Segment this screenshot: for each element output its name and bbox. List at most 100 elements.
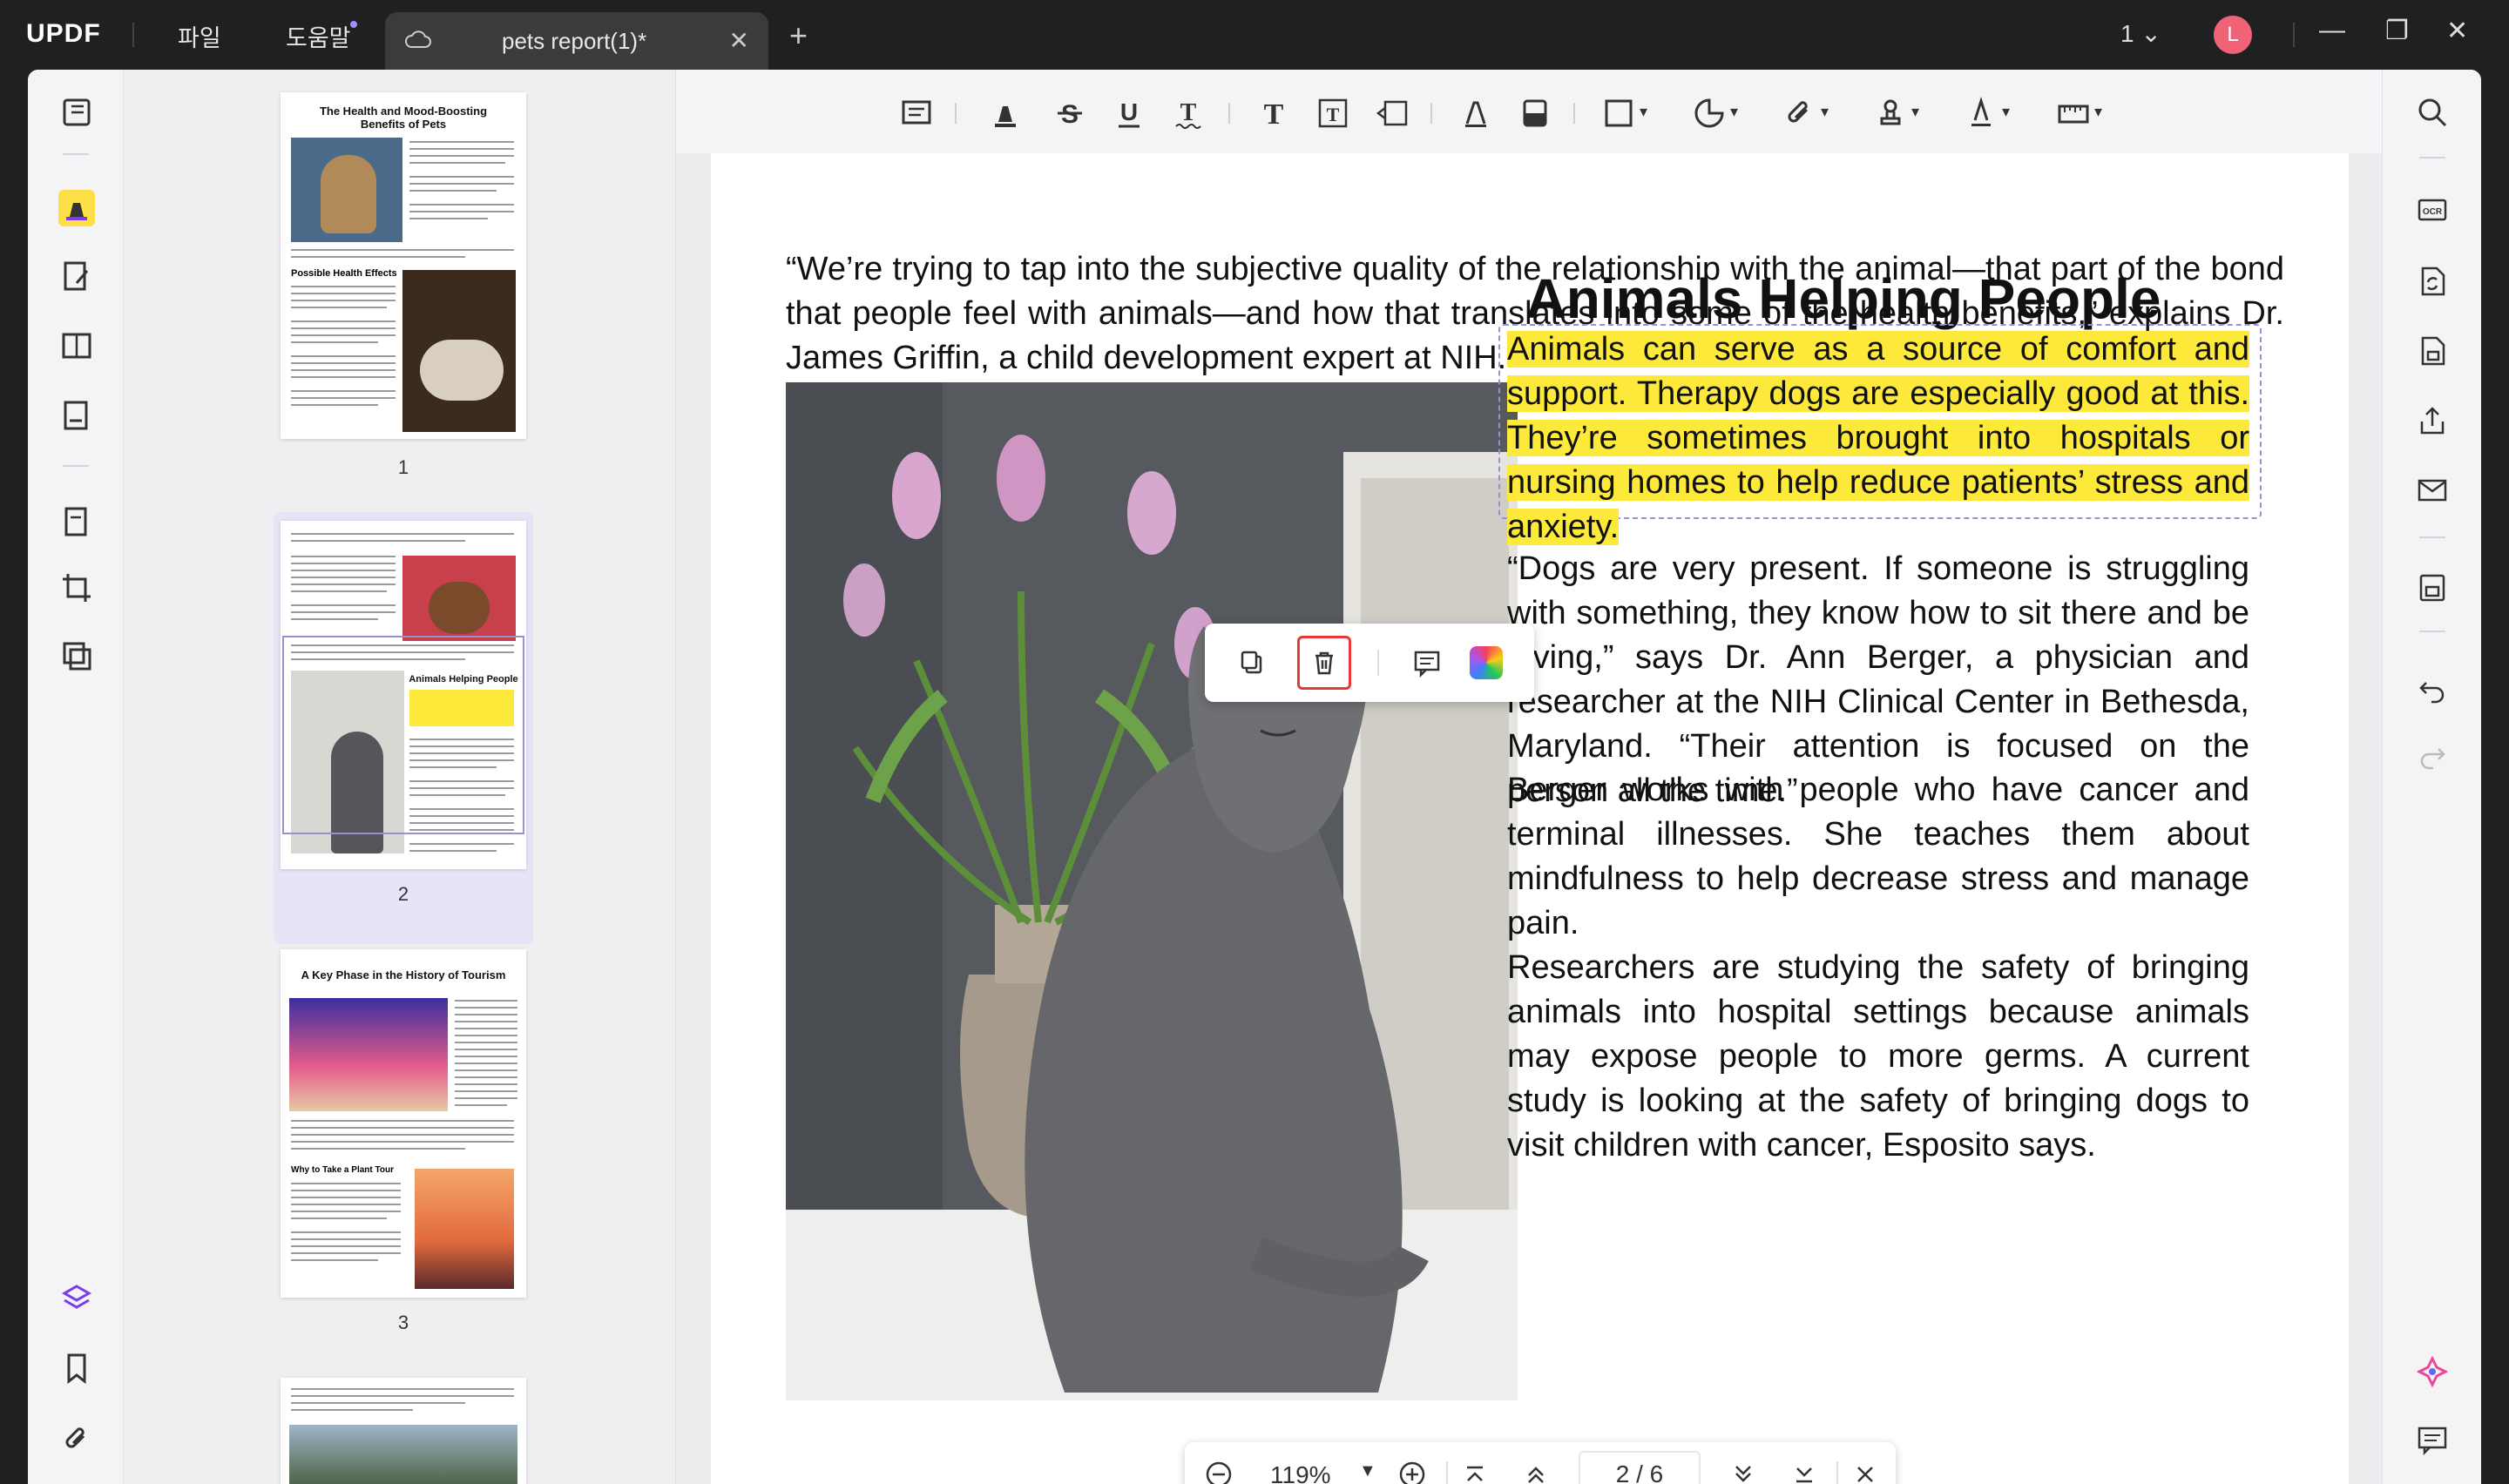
thumbnail-page-4[interactable] xyxy=(281,1378,526,1484)
copy-icon[interactable] xyxy=(1233,643,1273,683)
close-navigation-icon[interactable] xyxy=(1847,1456,1883,1484)
textbox-icon[interactable]: T xyxy=(1314,94,1352,132)
paragraph-berger: Berger works with people who have cancer… xyxy=(1507,772,2249,941)
attach-dropdown-icon[interactable]: ▾ xyxy=(1821,103,1829,121)
stamp-icon[interactable] xyxy=(1871,94,1910,132)
measure-icon[interactable] xyxy=(2054,94,2093,132)
sticky-note-icon[interactable] xyxy=(897,94,936,132)
reader-icon[interactable] xyxy=(58,94,95,131)
protect-icon[interactable] xyxy=(58,637,95,674)
highlighted-paragraph[interactable]: Animals can serve as a source of comfort… xyxy=(1507,327,2249,550)
signature-dropdown-icon[interactable]: ▾ xyxy=(2002,103,2010,121)
thumb-cat-image xyxy=(291,138,402,242)
thumbnail-page-1[interactable]: The Health and Mood-Boosting Benefits of… xyxy=(281,92,526,439)
page-number-field[interactable]: 2 / 6 xyxy=(1579,1451,1701,1484)
delete-annotation-button[interactable] xyxy=(1297,636,1351,690)
stamp-dropdown-icon[interactable]: ▾ xyxy=(1911,103,1919,121)
zoom-out-icon[interactable] xyxy=(1200,1456,1237,1484)
shape-dropdown-icon[interactable]: ▾ xyxy=(1640,103,1647,121)
layers-icon[interactable] xyxy=(58,1280,95,1317)
thumb-title: The Health and Mood-Boosting Benefits of… xyxy=(319,105,488,131)
zoom-dropdown-icon[interactable]: ▼ xyxy=(1359,1461,1376,1481)
thumbnail-page-3[interactable]: A Key Phase in the History of Tourism Wh… xyxy=(281,949,526,1298)
color-picker-icon[interactable] xyxy=(1466,643,1506,683)
share-icon[interactable] xyxy=(2414,402,2451,439)
svg-text:U: U xyxy=(1120,98,1138,125)
zoom-navigation-bar: 119% ▼ 2 / 6 xyxy=(1185,1442,1896,1484)
trash-icon xyxy=(1315,651,1333,675)
close-window-icon[interactable]: ✕ xyxy=(2446,16,2468,46)
thumb-page-number: 3 xyxy=(397,1312,409,1333)
thumb-dogs-image xyxy=(402,556,516,641)
redo-icon[interactable] xyxy=(2414,737,2451,773)
signature-icon[interactable] xyxy=(1962,94,2000,132)
convert-pdf-icon[interactable] xyxy=(2414,263,2451,300)
zoom-in-icon[interactable] xyxy=(1394,1456,1430,1484)
thumbnail-page-2[interactable]: Animals Helping People xyxy=(281,521,526,869)
eraser-icon[interactable] xyxy=(1516,94,1554,132)
new-tab-button[interactable]: + xyxy=(789,17,808,54)
annotation-popup-menu xyxy=(1205,624,1534,702)
bookmark-icon[interactable] xyxy=(58,1350,95,1386)
document-tab[interactable]: pets report(1)* ✕ xyxy=(385,12,768,70)
add-comment-icon[interactable] xyxy=(1407,643,1447,683)
user-avatar[interactable]: L xyxy=(2214,16,2252,54)
thumb-page-number: 1 xyxy=(397,456,409,478)
menu-help[interactable]: 도움말 xyxy=(286,19,351,53)
thumb-city-image xyxy=(289,998,448,1111)
ocr-icon[interactable]: OCR xyxy=(2414,192,2451,228)
convert-icon[interactable] xyxy=(58,503,95,540)
svg-text:T: T xyxy=(1264,98,1284,131)
comments-panel-icon[interactable] xyxy=(2414,1421,2451,1458)
cloud-icon xyxy=(405,30,431,48)
title-bar: UPDF 파일 도움말 pets report(1)* ✕ + 1 ⌄ L — … xyxy=(0,0,2509,70)
restore-icon[interactable]: ❐ xyxy=(2385,16,2409,46)
email-icon[interactable] xyxy=(2414,472,2451,509)
first-page-icon[interactable] xyxy=(1457,1456,1493,1484)
protect-pdf-icon[interactable] xyxy=(2414,333,2451,369)
crop-icon[interactable] xyxy=(58,570,95,606)
text-icon[interactable]: T xyxy=(1254,94,1293,132)
previous-page-icon[interactable] xyxy=(1518,1456,1554,1484)
app-window: The Health and Mood-Boosting Benefits of… xyxy=(28,70,2481,1484)
thumb-page-number: 2 xyxy=(397,883,409,905)
measure-dropdown-icon[interactable]: ▾ xyxy=(2094,103,2102,121)
tab-title: pets report(1)* xyxy=(502,28,647,54)
thumb-section: Possible Health Effects xyxy=(291,268,397,279)
document-viewport: “We’re trying to tap into the subjective… xyxy=(676,153,2382,1484)
sticker-icon[interactable] xyxy=(1690,94,1728,132)
thumb-eiffel-image xyxy=(415,1169,514,1289)
ai-assistant-icon[interactable] xyxy=(2414,1353,2451,1390)
last-page-icon[interactable] xyxy=(1786,1456,1823,1484)
squiggly-icon[interactable]: T xyxy=(1169,94,1207,132)
left-tool-bar xyxy=(28,70,124,1484)
sticker-dropdown-icon[interactable]: ▾ xyxy=(1730,103,1738,121)
shape-icon[interactable] xyxy=(1599,94,1638,132)
svg-text:T: T xyxy=(1180,99,1197,126)
highlighter-icon[interactable] xyxy=(986,94,1025,132)
menu-file[interactable]: 파일 xyxy=(178,19,221,53)
thumbnail-panel: The Health and Mood-Boosting Benefits of… xyxy=(124,70,676,1484)
minimize-icon[interactable]: — xyxy=(2319,16,2345,45)
strikethrough-icon[interactable]: S xyxy=(1051,94,1089,132)
help-notification-dot xyxy=(350,21,357,28)
next-page-icon[interactable] xyxy=(1725,1456,1762,1484)
save-icon[interactable] xyxy=(2414,570,2451,606)
form-icon[interactable] xyxy=(58,397,95,434)
zoom-level[interactable]: 119% xyxy=(1270,1461,1331,1484)
tab-close-icon[interactable]: ✕ xyxy=(729,26,749,55)
callout-icon[interactable] xyxy=(1373,94,1411,132)
comment-mode-icon[interactable] xyxy=(58,190,95,226)
svg-text:OCR: OCR xyxy=(2423,207,2443,217)
undo-icon[interactable] xyxy=(2414,671,2451,707)
thumb-title: A Key Phase in the History of Tourism xyxy=(301,968,506,981)
attach-icon[interactable] xyxy=(1781,94,1819,132)
underline-icon[interactable]: U xyxy=(1110,94,1148,132)
window-count[interactable]: 1 ⌄ xyxy=(2120,19,2161,48)
thumb-section: Why to Take a Plant Tour xyxy=(291,1165,394,1175)
search-icon[interactable] xyxy=(2414,94,2451,131)
pencil-icon[interactable] xyxy=(1457,94,1495,132)
page-organize-icon[interactable] xyxy=(58,327,95,364)
edit-pdf-icon[interactable] xyxy=(58,258,95,294)
attachment-icon[interactable] xyxy=(58,1420,95,1456)
